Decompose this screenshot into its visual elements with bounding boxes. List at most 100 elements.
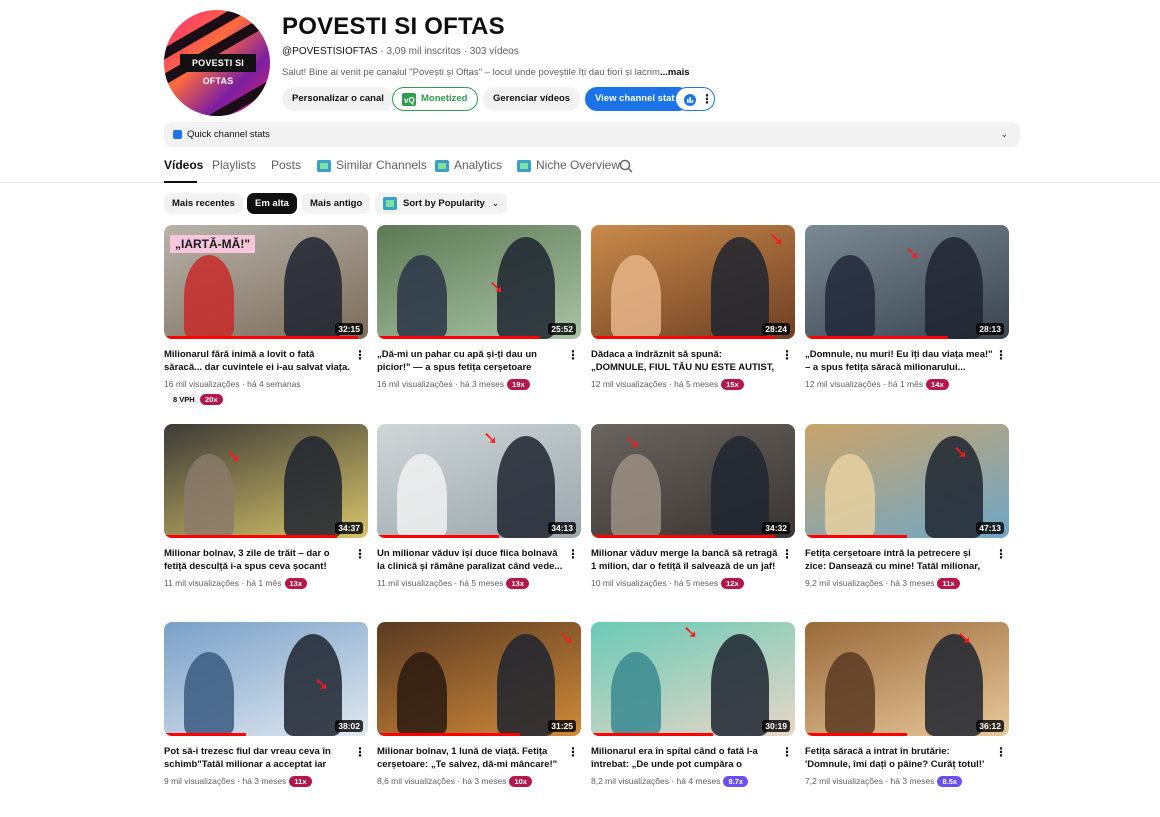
more-vert-icon[interactable]: ⋮ (567, 746, 579, 758)
more-vert-icon[interactable]: ⋮ (781, 349, 793, 361)
video-meta: 16 mil visualizações · há 3 meses 19x (377, 379, 530, 391)
upload-age: há 4 semanas (247, 379, 301, 389)
upload-age: há 3 meses (890, 578, 935, 588)
video-card[interactable]: ➘ 38:02 Pot să-i trezesc fiul dar vreau ce… (164, 622, 368, 802)
video-thumbnail[interactable]: „IARTĂ-MĂ!" 32:15 (164, 225, 368, 339)
red-arrow-icon: ➘ (905, 243, 921, 263)
upload-age: há 5 meses (674, 379, 719, 389)
upload-age: há 5 meses (674, 578, 719, 588)
sort-by-popularity-dropdown[interactable]: Sort by Popularity ⌄ (375, 193, 507, 214)
video-card[interactable]: ➘ 31:25 Milionar bolnav, 1 lună de viață. … (377, 622, 581, 802)
video-card[interactable]: ➘ 28:24 Dădaca a îndrăznit să spună: „DOMN… (591, 225, 795, 405)
video-title[interactable]: Milionar bolnav, 3 zile de trăit – dar o… (164, 548, 352, 573)
video-card[interactable]: ➘ 30:19 Milionarul era în spital când o fa… (591, 622, 795, 802)
video-card[interactable]: ➘ 36:12 Fetița săracă a intrat în brutărie… (805, 622, 1009, 802)
video-thumbnail[interactable]: ➘ 34:32 (591, 424, 795, 538)
video-title[interactable]: „Dă-mi un pahar cu apă și-ți dau un pici… (377, 349, 565, 374)
thumbnail-figure (925, 237, 983, 339)
video-card[interactable]: „IARTĂ-MĂ!" 32:15 Milionarul fără inimă a … (164, 225, 368, 405)
watch-progress-bar (164, 336, 358, 339)
outlier-badge: 14x (926, 379, 949, 391)
video-duration: 31:25 (548, 720, 576, 732)
video-thumbnail[interactable]: ➘ 34:13 (377, 424, 581, 538)
upload-age: há 3 meses (890, 776, 935, 786)
channel-tabs: Vídeos Playlists Posts Similar Channels … (0, 150, 1160, 183)
channel-options-button[interactable]: ⋮ (675, 87, 715, 111)
filter-oldest-chip[interactable]: Mais antigo (302, 193, 371, 214)
more-vert-icon[interactable]: ⋮ (781, 746, 793, 758)
more-vert-icon[interactable]: ⋮ (995, 746, 1007, 758)
quick-channel-stats-bar[interactable]: Quick channel stats ⌄ (164, 122, 1020, 147)
view-count: 9,2 mil visualizações (805, 578, 883, 588)
video-card[interactable]: ➘ 34:13 Un milionar văduv își duce fiica b… (377, 424, 581, 604)
video-thumbnail[interactable]: ➘ 31:25 (377, 622, 581, 736)
manage-videos-button[interactable]: Gerenciar vídeos (483, 87, 581, 111)
video-card[interactable]: ➘ 34:32 Milionar văduv merge la bancă să r… (591, 424, 795, 604)
more-vert-icon[interactable]: ⋮ (354, 548, 366, 560)
video-title[interactable]: Milionar bolnav, 1 lună de viață. Fetița… (377, 746, 565, 771)
video-thumbnail[interactable]: ➘ 25:52 (377, 225, 581, 339)
tab-analytics[interactable]: Analytics (435, 158, 502, 172)
more-vert-icon[interactable]: ⋮ (354, 746, 366, 758)
video-thumbnail[interactable]: ➘ 36:12 (805, 622, 1009, 736)
channel-description[interactable]: Salut! Bine ai venit pe canalul "Povești… (282, 67, 690, 78)
more-vert-icon[interactable]: ⋮ (567, 548, 579, 560)
filter-popular-chip[interactable]: Em alta (247, 193, 297, 214)
view-count: 12 mil visualizações (591, 379, 667, 389)
video-thumbnail[interactable]: ➘ 30:19 (591, 622, 795, 736)
video-title[interactable]: Milionarul era în spital când o fată l-a… (591, 746, 779, 771)
video-card[interactable]: ➘ 25:52 „Dă-mi un pahar cu apă și-ți dau u… (377, 225, 581, 405)
video-thumbnail[interactable]: ➘ 28:13 (805, 225, 1009, 339)
video-card[interactable]: ➘ 34:37 Milionar bolnav, 3 zile de trăit –… (164, 424, 368, 604)
video-title[interactable]: Milionarul fără inimă a lovit o fată săr… (164, 349, 352, 374)
red-arrow-icon: ➘ (953, 442, 969, 462)
view-count: 9 mil visualizações (164, 776, 235, 786)
video-duration: 34:37 (335, 522, 363, 534)
vidiq-icon (317, 160, 331, 172)
more-link[interactable]: ...mais (660, 67, 690, 78)
tab-playlists[interactable]: Playlists (212, 158, 256, 172)
red-arrow-icon: ➘ (226, 446, 242, 466)
more-vert-icon[interactable]: ⋮ (567, 349, 579, 361)
video-thumbnail[interactable]: ➘ 34:37 (164, 424, 368, 538)
video-card[interactable]: ➘ 28:13 „Domnule, nu muri! Eu îți dau viaț… (805, 225, 1009, 405)
tab-niche-overview[interactable]: Niche Overview (517, 158, 620, 172)
video-title[interactable]: Milionar văduv merge la bancă să retragă… (591, 548, 779, 573)
video-duration: 25:52 (548, 323, 576, 335)
video-title[interactable]: Fetița cerșetoare intră la petrecere și … (805, 548, 993, 573)
tab-videos[interactable]: Vídeos (164, 158, 203, 172)
monetized-button[interactable]: vQ Monetized (392, 87, 479, 111)
watch-progress-bar (591, 336, 775, 339)
upload-age: há 4 meses (676, 776, 721, 786)
chevron-down-icon[interactable]: ⌄ (1000, 122, 1008, 147)
video-thumbnail[interactable]: ➘ 28:24 (591, 225, 795, 339)
search-icon[interactable] (619, 159, 633, 173)
video-thumbnail[interactable]: ➘ 38:02 (164, 622, 368, 736)
upload-age: há 1 mês (246, 578, 282, 588)
filter-recent-chip[interactable]: Mais recentes (164, 193, 243, 214)
more-vert-icon[interactable]: ⋮ (995, 548, 1007, 560)
tab-posts[interactable]: Posts (271, 158, 301, 172)
red-arrow-icon: ➘ (314, 674, 330, 694)
video-card[interactable]: ➘ 47:13 Fetița cerșetoare intră la petrece… (805, 424, 1009, 604)
video-title[interactable]: Pot să-i trezesc fiul dar vreau ceva în … (164, 746, 352, 771)
more-vert-icon[interactable]: ⋮ (354, 349, 366, 361)
video-thumbnail[interactable]: ➘ 47:13 (805, 424, 1009, 538)
thumbnail-figure (925, 634, 983, 736)
customize-channel-button[interactable]: Personalizar o canal (282, 87, 394, 111)
channel-avatar[interactable]: POVESTI SI OFTAS (164, 10, 270, 116)
red-arrow-icon: ➘ (683, 622, 699, 642)
thumbnail-figure (184, 255, 234, 339)
view-count: 11 mil visualizações (164, 578, 239, 588)
video-title[interactable]: „Domnule, nu muri! Eu îți dau viața mea!… (805, 349, 993, 374)
red-arrow-icon: ➘ (769, 229, 785, 249)
more-vert-icon: ⋮ (701, 92, 713, 106)
video-duration: 32:15 (335, 323, 363, 335)
video-title[interactable]: Un milionar văduv își duce fiica bolnavă… (377, 548, 565, 573)
thumbnail-figure (497, 237, 555, 339)
more-vert-icon[interactable]: ⋮ (781, 548, 793, 560)
more-vert-icon[interactable]: ⋮ (995, 349, 1007, 361)
video-title[interactable]: Dădaca a îndrăznit să spună: „DOMNULE, F… (591, 349, 779, 374)
tab-similar-channels[interactable]: Similar Channels (317, 158, 427, 172)
video-title[interactable]: Fetița săracă a intrat în brutărie: 'Dom… (805, 746, 993, 771)
